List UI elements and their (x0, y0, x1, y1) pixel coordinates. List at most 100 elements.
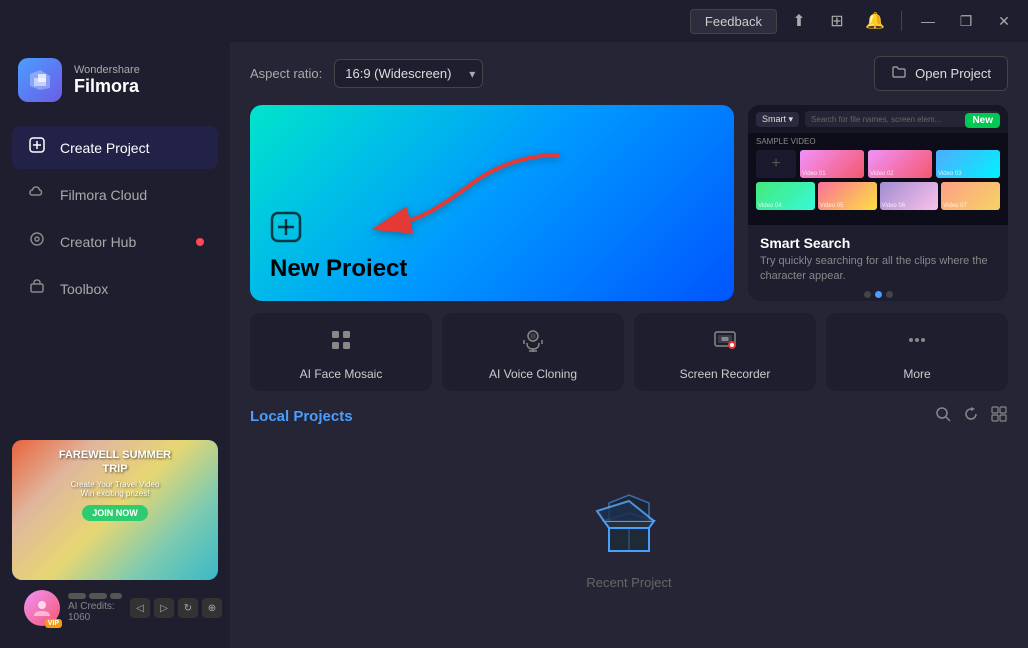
sidebar-item-label: Toolbox (60, 281, 108, 297)
section-title: Local Projects (250, 408, 353, 425)
open-project-label: Open Project (915, 66, 991, 81)
refresh-projects-button[interactable] (962, 405, 980, 428)
qa-card-ai-face-mosaic[interactable]: AI Face Mosaic (250, 313, 432, 391)
red-arrow (370, 145, 570, 250)
content-toolbar: Aspect ratio: 16:9 (Widescreen) 9:16 (Ve… (230, 42, 1028, 105)
aspect-ratio-label: Aspect ratio: (250, 66, 322, 81)
user-avatar: VIP (24, 590, 60, 626)
promo-join-button[interactable]: JOIN NOW (82, 505, 148, 521)
name-dot (110, 593, 122, 599)
smart-search-card[interactable]: New Smart ▾ Search for file names, scree… (748, 105, 1008, 301)
cloud-icon (26, 183, 48, 206)
close-button[interactable]: ✕ (988, 5, 1020, 37)
ss-sample-label: SAMPLE VIDEO (748, 133, 1008, 150)
bell-icon[interactable]: 🔔 (859, 5, 891, 37)
qa-card-ai-voice-cloning[interactable]: AI Voice Cloning (442, 313, 624, 391)
local-projects-section: Local Projects (230, 391, 1028, 648)
vip-badge: VIP (45, 619, 62, 628)
user-credits-text: AI Credits: 1060 (68, 601, 122, 623)
ss-thumb-3: Video 03 (936, 150, 1000, 178)
sidebar-item-filmora-cloud[interactable]: Filmora Cloud (12, 173, 218, 216)
promo-subtitle: Create Your Travel VideoWin exciting pri… (20, 480, 210, 498)
ai-face-mosaic-icon (328, 327, 354, 359)
qa-card-screen-recorder[interactable]: Screen Recorder (634, 313, 816, 391)
ss-bottom-row: Video 04 Video 05 Video 06 Video 07 (748, 182, 1008, 210)
sidebar-item-label: Create Project (60, 140, 149, 156)
ss-thumb-5: Video 05 (818, 182, 877, 210)
user-icon-3[interactable]: ↻ (178, 598, 198, 618)
ss-smart-label: Smart ▾ (762, 114, 793, 125)
sidebar-item-create-project[interactable]: Create Project (12, 126, 218, 169)
section-header: Local Projects (250, 405, 1008, 428)
user-name-obscured (68, 593, 122, 599)
minimize-button[interactable]: — (912, 5, 944, 37)
sidebar-bottom: FAREWELL SUMMERTRIP Create Your Travel V… (0, 428, 230, 648)
sidebar: Wondershare Filmora Create Project (0, 42, 230, 648)
aspect-ratio-select[interactable]: 16:9 (Widescreen) 9:16 (Vertical) 1:1 (S… (334, 59, 483, 88)
ss-dot-3[interactable] (886, 291, 893, 298)
ai-voice-cloning-icon (520, 327, 546, 359)
new-project-card[interactable]: New Proiect (250, 105, 734, 301)
feedback-button[interactable]: Feedback (690, 9, 777, 34)
ss-add-button[interactable]: + (756, 150, 796, 178)
qa-label-screen-recorder: Screen Recorder (680, 367, 771, 381)
cards-row: New Proiect New (230, 105, 1028, 301)
ss-thumb-4: Video 04 (756, 182, 815, 210)
user-action-icons: ◁ ▷ ↻ ⊕ (130, 598, 222, 618)
search-projects-button[interactable] (934, 405, 952, 428)
new-project-plus-icon (270, 211, 302, 251)
sidebar-item-toolbox[interactable]: Toolbox (12, 267, 218, 310)
ss-search-placeholder: Search for file names, screen elem... (811, 115, 941, 124)
name-dot (68, 593, 86, 599)
nav-items: Create Project Filmora Cloud Creator (0, 118, 230, 318)
sidebar-item-creator-hub[interactable]: Creator Hub (12, 220, 218, 263)
content-area: Aspect ratio: 16:9 (Widescreen) 9:16 (Ve… (230, 42, 1028, 648)
user-name-row (68, 593, 122, 599)
user-icon-1[interactable]: ◁ (130, 598, 150, 618)
promo-text: FAREWELL SUMMERTRIP Create Your Travel V… (12, 440, 218, 529)
ss-thumb-7: Video 07 (941, 182, 1000, 210)
app-logo-icon (18, 58, 62, 102)
more-icon (904, 327, 930, 359)
main-layout: Wondershare Filmora Create Project (0, 42, 1028, 648)
open-project-button[interactable]: Open Project (874, 56, 1008, 91)
user-icon-4[interactable]: ⊕ (202, 598, 222, 618)
view-toggle-button[interactable] (990, 405, 1008, 428)
grid-icon[interactable]: ⊞ (821, 5, 853, 37)
ss-thumb-2: Video 02 (868, 150, 932, 178)
user-icon-2[interactable]: ▷ (154, 598, 174, 618)
logo-area: Wondershare Filmora (0, 42, 230, 118)
qa-label-ai-voice-cloning: AI Voice Cloning (489, 367, 577, 381)
ss-video-label: Video 07 (943, 203, 967, 209)
ss-pagination-dots (760, 291, 996, 298)
ss-thumb-6: Video 06 (880, 182, 939, 210)
qa-label-more: More (903, 367, 930, 381)
ss-dot-1[interactable] (864, 291, 871, 298)
title-bar: Feedback ⬆ ⊞ 🔔 — ❐ ✕ (0, 0, 1028, 42)
user-bar: VIP AI Credits: 1060 ◁ ▷ ↻ (12, 580, 218, 636)
ss-top-row: + Video 01 Video 02 Video 03 (748, 150, 1008, 178)
ss-video-label: Video 01 (802, 171, 826, 177)
restore-button[interactable]: ❐ (950, 5, 982, 37)
ss-smart-badge: Smart ▾ (756, 112, 799, 127)
ss-title: Smart Search (760, 235, 996, 251)
user-credits-area: AI Credits: 1060 (68, 593, 122, 623)
sidebar-item-label: Filmora Cloud (60, 187, 147, 203)
section-actions (934, 405, 1008, 428)
ss-dot-2[interactable] (875, 291, 882, 298)
logo-text: Wondershare Filmora (74, 64, 140, 97)
ss-video-label: Video 02 (870, 171, 894, 177)
screen-recorder-icon (712, 327, 738, 359)
promo-btn-wrap[interactable]: JOIN NOW (20, 503, 210, 521)
qa-card-more[interactable]: More (826, 313, 1008, 391)
brand-name: Wondershare (74, 64, 140, 76)
qa-label-ai-face-mosaic: AI Face Mosaic (300, 367, 383, 381)
promo-banner[interactable]: FAREWELL SUMMERTRIP Create Your Travel V… (12, 440, 218, 580)
upload-icon[interactable]: ⬆ (783, 5, 815, 37)
sidebar-item-label: Creator Hub (60, 234, 136, 250)
name-dot (89, 593, 107, 599)
ss-bottom: Smart Search Try quickly searching for a… (748, 225, 1008, 301)
ss-video-label: Video 05 (820, 203, 844, 209)
ss-video-label: Video 03 (938, 171, 962, 177)
aspect-select-wrap[interactable]: 16:9 (Widescreen) 9:16 (Vertical) 1:1 (S… (334, 59, 483, 88)
